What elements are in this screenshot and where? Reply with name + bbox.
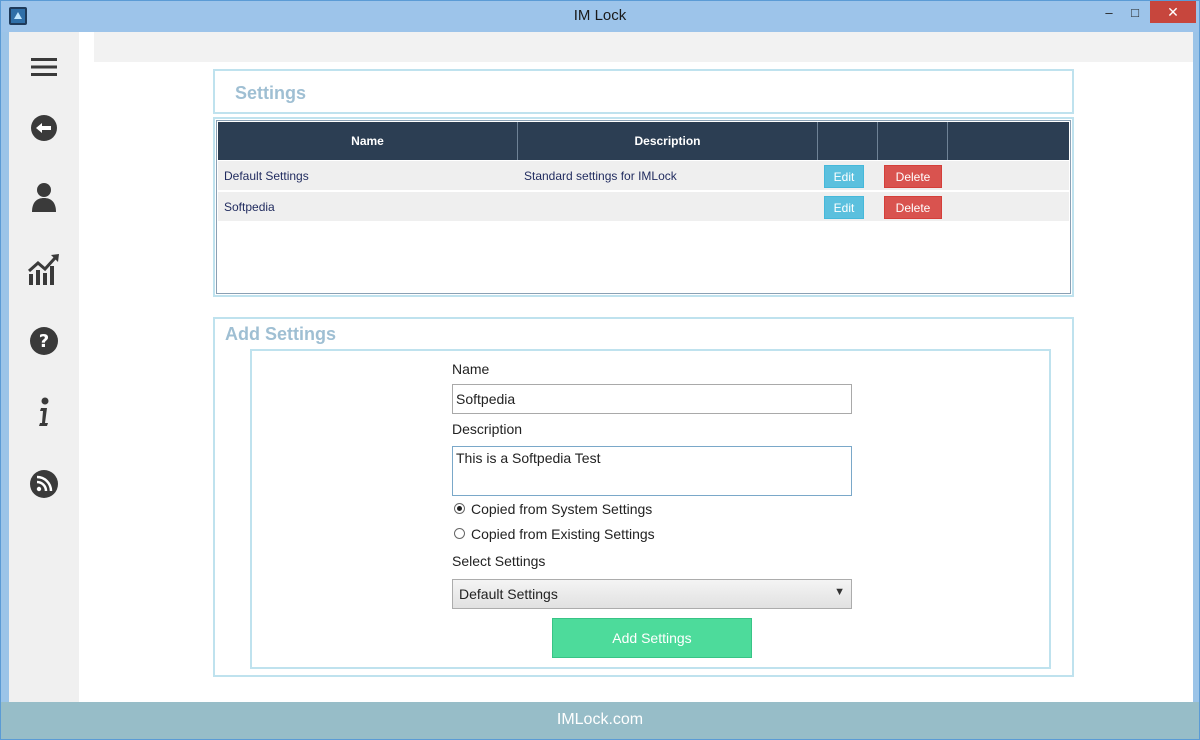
add-settings-form: Name Description This is a Softpedia Tes… <box>250 349 1051 669</box>
delete-button[interactable]: Delete <box>884 165 942 188</box>
table-row[interactable]: Default Settings Standard settings for I… <box>218 161 1069 190</box>
user-icon[interactable] <box>27 180 61 214</box>
client-area: ? Settings Name Description Default Sett… <box>9 32 1193 702</box>
column-header-edit <box>818 122 878 160</box>
window-title: IM Lock <box>573 7 627 24</box>
menu-icon[interactable] <box>27 50 61 84</box>
grid-header: Name Description <box>218 122 1069 160</box>
top-strip <box>94 32 1193 62</box>
name-input[interactable] <box>452 384 852 414</box>
select-settings-label: Select Settings <box>452 553 546 569</box>
add-settings-panel: Add Settings Name Description This is a … <box>213 317 1074 677</box>
edit-button[interactable]: Edit <box>824 165 864 188</box>
description-label: Description <box>452 421 523 437</box>
select-settings-dropdown[interactable]: Default Settings ▼ <box>452 579 852 609</box>
help-icon[interactable]: ? <box>27 324 61 358</box>
minimize-button[interactable]: – <box>1096 1 1122 23</box>
delete-button[interactable]: Delete <box>884 196 942 219</box>
back-arrow-icon[interactable] <box>27 111 61 145</box>
column-header-name[interactable]: Name <box>218 122 518 160</box>
select-value: Default Settings <box>459 586 558 602</box>
settings-title: Settings <box>235 83 307 103</box>
rss-icon[interactable] <box>27 467 61 501</box>
title-bar[interactable]: IM Lock – □ ✕ <box>1 1 1199 32</box>
sidebar: ? <box>9 32 79 702</box>
row-description: Standard settings for IMLock <box>524 169 677 183</box>
radio-system-settings[interactable] <box>454 503 465 514</box>
radio-existing-settings[interactable] <box>454 528 465 539</box>
svg-text:?: ? <box>39 331 49 352</box>
add-settings-button[interactable]: Add Settings <box>552 618 752 658</box>
add-settings-title: Add Settings <box>225 324 336 344</box>
chart-icon[interactable] <box>27 252 61 286</box>
column-header-extra <box>948 122 1069 160</box>
edit-button[interactable]: Edit <box>824 196 864 219</box>
table-row[interactable]: Softpedia Edit Delete <box>218 192 1069 221</box>
maximize-button[interactable]: □ <box>1122 1 1148 23</box>
row-name: Default Settings <box>224 169 309 183</box>
column-header-description[interactable]: Description <box>518 122 818 160</box>
column-header-delete <box>878 122 948 160</box>
row-name: Softpedia <box>224 200 275 214</box>
radio-system-label[interactable]: Copied from System Settings <box>471 501 652 517</box>
settings-header: Settings <box>213 69 1074 114</box>
footer[interactable]: IMLock.com <box>1 702 1199 739</box>
settings-grid: Name Description Default Settings Standa… <box>213 117 1074 297</box>
info-icon[interactable] <box>27 395 61 429</box>
name-label: Name <box>452 361 490 377</box>
app-window: IM Lock – □ ✕ ? Settings Name Descriptio… <box>0 0 1200 740</box>
description-textarea[interactable]: This is a Softpedia Test <box>452 446 852 496</box>
radio-existing-label[interactable]: Copied from Existing Settings <box>471 526 655 542</box>
close-button[interactable]: ✕ <box>1150 1 1196 23</box>
chevron-down-icon: ▼ <box>834 586 845 598</box>
